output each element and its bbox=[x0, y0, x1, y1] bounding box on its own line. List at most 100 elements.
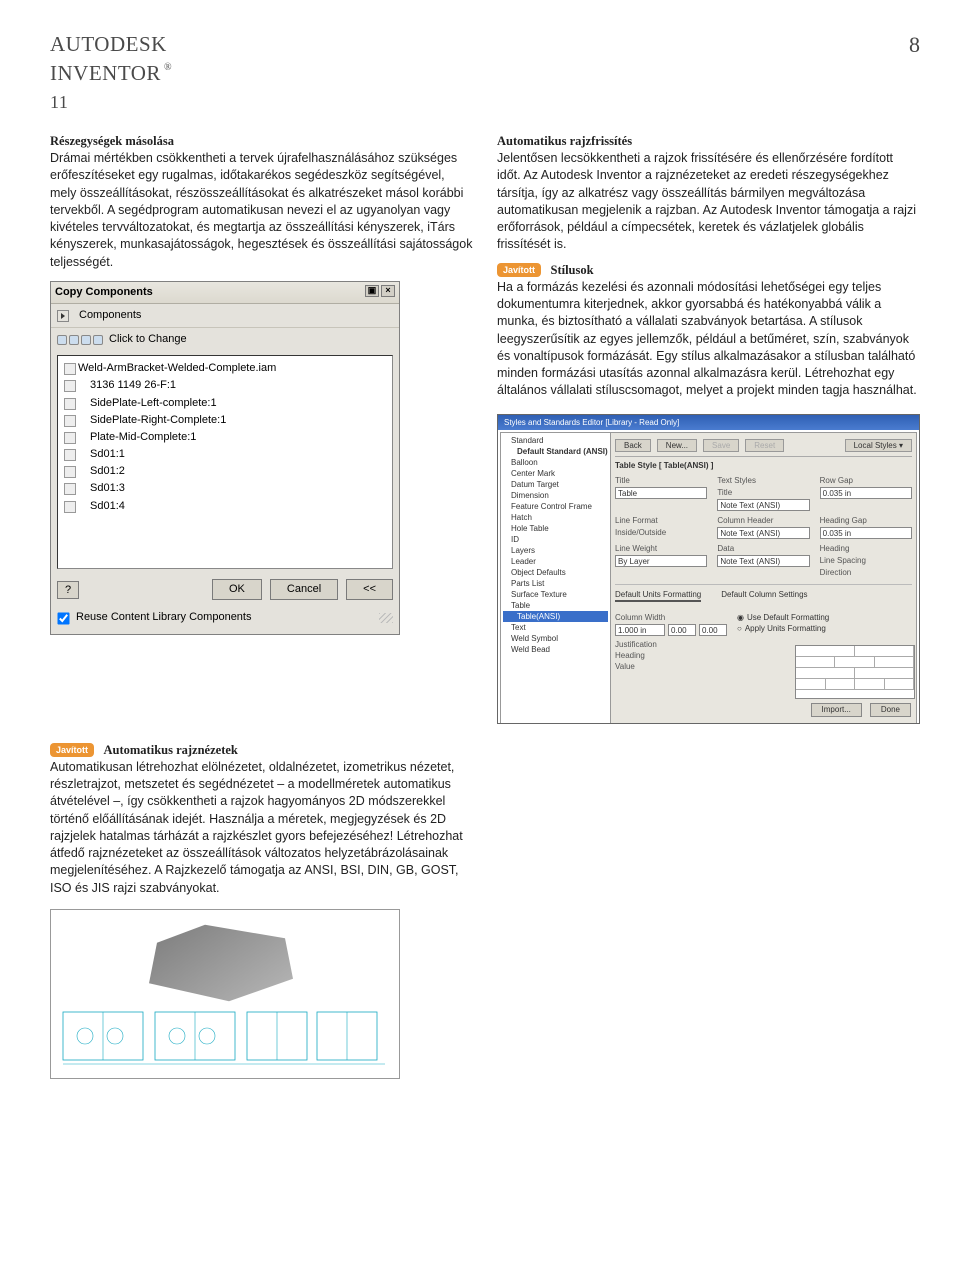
arrow-icon[interactable] bbox=[57, 310, 69, 322]
tree-item[interactable]: Balloon bbox=[503, 457, 608, 468]
new-button[interactable]: New... bbox=[657, 439, 697, 452]
resize-grip-icon[interactable] bbox=[379, 613, 393, 623]
row-gap-label: Row Gap bbox=[820, 475, 912, 486]
import-button[interactable]: Import... bbox=[811, 703, 862, 716]
tree-item[interactable]: Object Defaults bbox=[503, 567, 608, 578]
line-weight-dropdown[interactable]: By Layer bbox=[615, 555, 707, 567]
dialog-title: Copy Components bbox=[55, 285, 153, 300]
heading-gap-input[interactable]: 0.035 in bbox=[820, 527, 912, 539]
tree-node[interactable]: Sd01:2 bbox=[62, 463, 388, 480]
page-number: 8 bbox=[909, 30, 920, 115]
tree-item[interactable]: Dimension bbox=[503, 490, 608, 501]
heading-auto-views: Automatikus rajznézetek bbox=[104, 743, 238, 757]
isometric-model-icon bbox=[141, 916, 301, 1006]
tree-item[interactable]: Weld Symbol bbox=[503, 633, 608, 644]
improved-badge-2: Javított bbox=[50, 743, 94, 757]
data-dropdown[interactable]: Note Text (ANSI) bbox=[717, 555, 809, 567]
drawing-titleblock bbox=[795, 645, 915, 699]
brand-line1: AUTODESK bbox=[50, 30, 172, 59]
close-icon[interactable]: × bbox=[381, 285, 395, 297]
radio-use-default[interactable]: ◉ bbox=[737, 612, 744, 623]
done-button[interactable]: Done bbox=[870, 703, 911, 716]
use-default-label: Use Default Formatting bbox=[747, 612, 829, 623]
tree-item[interactable]: Text bbox=[503, 622, 608, 633]
data-label: Data bbox=[717, 543, 809, 554]
tree-item[interactable]: Surface Texture bbox=[503, 589, 608, 600]
reuse-checkbox[interactable] bbox=[57, 612, 69, 624]
tree-item[interactable]: Datum Target bbox=[503, 479, 608, 490]
tree-item[interactable]: Hole Table bbox=[503, 523, 608, 534]
tab-default-columns[interactable]: Default Column Settings bbox=[721, 589, 807, 602]
save-button: Save bbox=[703, 439, 739, 452]
apply-units-label: Apply Units Formatting bbox=[745, 623, 826, 634]
styles-tree[interactable]: Standard Default Standard (ANSI) Balloon… bbox=[501, 433, 611, 723]
text-styles-label: Text Styles bbox=[717, 475, 809, 486]
brand-version: 11 bbox=[50, 90, 172, 115]
tree-item[interactable]: Default Standard (ANSI) bbox=[503, 446, 608, 457]
tree-item[interactable]: ID bbox=[503, 534, 608, 545]
tree-item[interactable]: Table bbox=[503, 600, 608, 611]
tree-node[interactable]: Sd01:4 bbox=[62, 498, 388, 515]
precision-a[interactable]: 0.00 bbox=[668, 624, 696, 636]
styles-editor-title: Styles and Standards Editor [Library - R… bbox=[498, 415, 919, 430]
column-width-input[interactable]: 1.000 in bbox=[615, 624, 665, 636]
tree-item[interactable]: Weld Bead bbox=[503, 644, 608, 655]
help-button[interactable]: ? bbox=[57, 581, 79, 599]
improved-badge: Javított bbox=[497, 263, 541, 277]
tree-node[interactable]: SidePlate-Left-complete:1 bbox=[62, 395, 388, 412]
col-header-dropdown[interactable]: Note Text (ANSI) bbox=[717, 527, 809, 539]
component-tree[interactable]: Weld-ArmBracket-Welded-Complete.iam 3136… bbox=[57, 355, 393, 569]
tree-item[interactable]: Feature Control Frame bbox=[503, 501, 608, 512]
filter-dropdown[interactable]: Local Styles ▾ bbox=[845, 439, 912, 452]
tree-item[interactable]: Layers bbox=[503, 545, 608, 556]
tree-node[interactable]: Weld-ArmBracket-Welded-Complete.iam bbox=[62, 360, 388, 377]
cancel-button[interactable]: Cancel bbox=[270, 579, 338, 600]
ok-button[interactable]: OK bbox=[212, 579, 262, 600]
inside-outside-label: Inside/Outside bbox=[615, 527, 707, 538]
col-header-label: Column Header bbox=[717, 515, 809, 526]
title-label: Title bbox=[615, 475, 707, 486]
styles-editor-screenshot: Styles and Standards Editor [Library - R… bbox=[497, 414, 920, 724]
status-icons bbox=[57, 335, 103, 345]
tree-item-selected[interactable]: Table(ANSI) bbox=[503, 611, 608, 622]
para-auto-views: Automatikusan létrehozhat elölnézetet, o… bbox=[50, 759, 473, 897]
copy-components-dialog: Copy Components ▣ × Components Click to … bbox=[50, 281, 400, 635]
value-label: Value bbox=[615, 661, 727, 672]
heading-gap-label: Heading Gap bbox=[820, 515, 912, 526]
title-input[interactable]: Table bbox=[615, 487, 707, 499]
title-style-label: Title bbox=[717, 487, 809, 498]
tree-node[interactable]: 3136 1149 26-F:1 bbox=[62, 377, 388, 394]
reset-button: Reset bbox=[745, 439, 784, 452]
row-gap-input[interactable]: 0.035 in bbox=[820, 487, 912, 499]
para-copy-components: Drámai mértékben csökkentheti a tervek ú… bbox=[50, 150, 473, 271]
radio-apply-units[interactable]: ○ bbox=[737, 623, 742, 634]
title-style-dropdown[interactable]: Note Text (ANSI) bbox=[717, 499, 809, 511]
line-format-label: Line Format bbox=[615, 515, 707, 526]
pin-icon[interactable]: ▣ bbox=[365, 285, 379, 297]
heading2-label: Heading bbox=[615, 650, 727, 661]
collapse-button[interactable]: << bbox=[346, 579, 393, 600]
heading-label: Heading bbox=[820, 543, 912, 554]
justification-label: Justification bbox=[615, 639, 727, 650]
registered-mark: ® bbox=[164, 61, 172, 75]
tree-item[interactable]: Standard bbox=[503, 435, 608, 446]
mode-label: Components bbox=[79, 308, 141, 323]
tree-node[interactable]: SidePlate-Right-Complete:1 bbox=[62, 412, 388, 429]
heading-copy-components: Részegységek másolása bbox=[50, 134, 174, 148]
line-weight-label: Line Weight bbox=[615, 543, 707, 554]
tree-item[interactable]: Parts List bbox=[503, 578, 608, 589]
tree-item[interactable]: Leader bbox=[503, 556, 608, 567]
section-header: Table Style [ Table(ANSI) ] bbox=[615, 460, 912, 471]
drawing-screenshot bbox=[50, 909, 400, 1079]
tree-node[interactable]: Sd01:3 bbox=[62, 480, 388, 497]
tree-item[interactable]: Center Mark bbox=[503, 468, 608, 479]
para-styles: Ha a formázás kezelési és azonnali módos… bbox=[497, 279, 920, 400]
click-to-change-label: Click to Change bbox=[109, 332, 187, 347]
precision-b[interactable]: 0.00 bbox=[699, 624, 727, 636]
tab-default-units[interactable]: Default Units Formatting bbox=[615, 589, 701, 602]
heading-styles: Stílusok bbox=[551, 263, 594, 277]
tree-item[interactable]: Hatch bbox=[503, 512, 608, 523]
tree-node[interactable]: Plate-Mid-Complete:1 bbox=[62, 429, 388, 446]
tree-node[interactable]: Sd01:1 bbox=[62, 446, 388, 463]
back-button[interactable]: Back bbox=[615, 439, 651, 452]
